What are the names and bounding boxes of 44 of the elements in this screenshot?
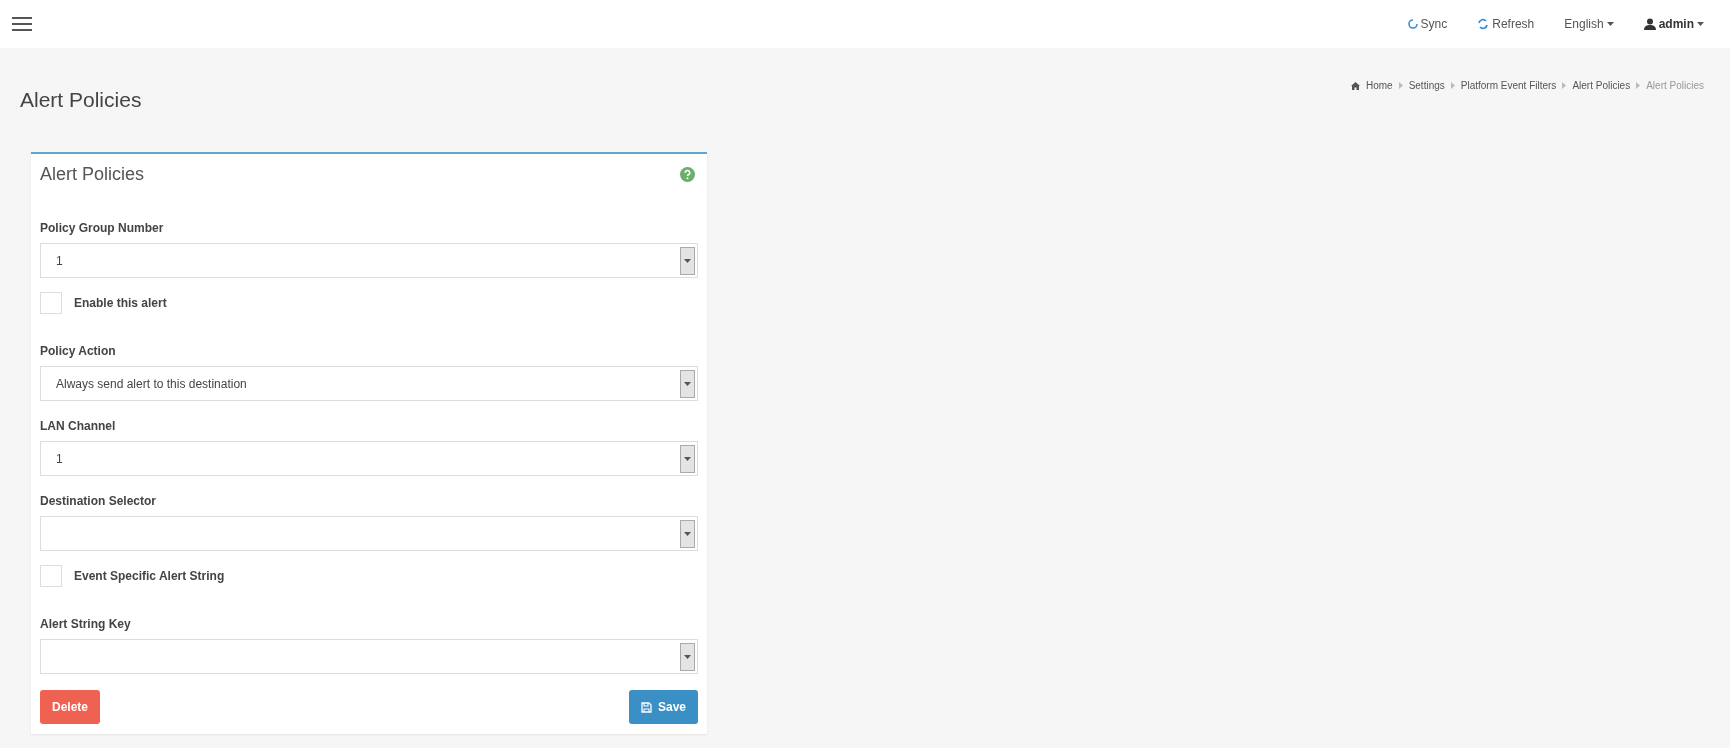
caret-icon xyxy=(684,654,691,659)
checkbox[interactable] xyxy=(40,292,62,314)
breadcrumb-separator-icon xyxy=(1636,82,1641,89)
help-icon[interactable] xyxy=(680,167,695,182)
checkbox-label: Enable this alert xyxy=(74,296,167,310)
breadcrumb-link[interactable]: Alert Policies xyxy=(1572,80,1631,91)
page-title: Alert Policies xyxy=(20,88,142,112)
select-field[interactable] xyxy=(40,639,698,674)
breadcrumb-link[interactable]: Home xyxy=(1365,80,1393,91)
save-button[interactable]: Save xyxy=(628,690,698,724)
field-label: Alert String Key xyxy=(40,617,132,631)
field-label: Policy Group Number xyxy=(40,221,165,235)
caret-icon xyxy=(684,381,691,386)
sync-link[interactable]: Sync xyxy=(1407,17,1448,31)
field-label: Destination Selector xyxy=(40,494,158,508)
user-icon xyxy=(1643,18,1656,30)
refresh-icon xyxy=(1477,18,1490,30)
language-menu[interactable]: English xyxy=(1564,17,1614,31)
save-icon xyxy=(640,701,652,713)
select-field[interactable]: Always send alert to this destination xyxy=(40,366,698,401)
select-field[interactable]: 1 xyxy=(40,441,698,476)
sync-icon xyxy=(1407,19,1418,29)
field-label: Policy Action xyxy=(40,344,117,358)
caret-icon xyxy=(1697,22,1704,26)
select-field[interactable]: 1 xyxy=(40,243,698,278)
breadcrumb-separator-icon xyxy=(1450,82,1455,89)
breadcrumb-separator-icon xyxy=(1562,82,1567,89)
breadcrumb-link[interactable]: Settings xyxy=(1408,80,1445,91)
card-title: Alert Policies xyxy=(40,164,145,185)
caret-icon xyxy=(684,258,691,263)
caret-icon xyxy=(1606,22,1614,26)
menu-icon[interactable] xyxy=(12,17,32,31)
checkbox[interactable] xyxy=(40,565,62,587)
breadcrumb-separator-icon xyxy=(1398,82,1403,89)
current-page-label: Alert Policies xyxy=(1646,80,1704,91)
select-field[interactable] xyxy=(40,516,698,551)
field-label: LAN Channel xyxy=(40,419,117,433)
caret-icon xyxy=(684,456,691,461)
refresh-link[interactable]: Refresh xyxy=(1477,17,1535,31)
user-menu[interactable]: admin xyxy=(1643,17,1704,31)
caret-icon xyxy=(684,531,691,536)
checkbox-label: Event Specific Alert String xyxy=(74,569,225,583)
home-icon xyxy=(1350,81,1360,90)
breadcrumb-link[interactable]: Platform Event Filters xyxy=(1460,80,1557,91)
